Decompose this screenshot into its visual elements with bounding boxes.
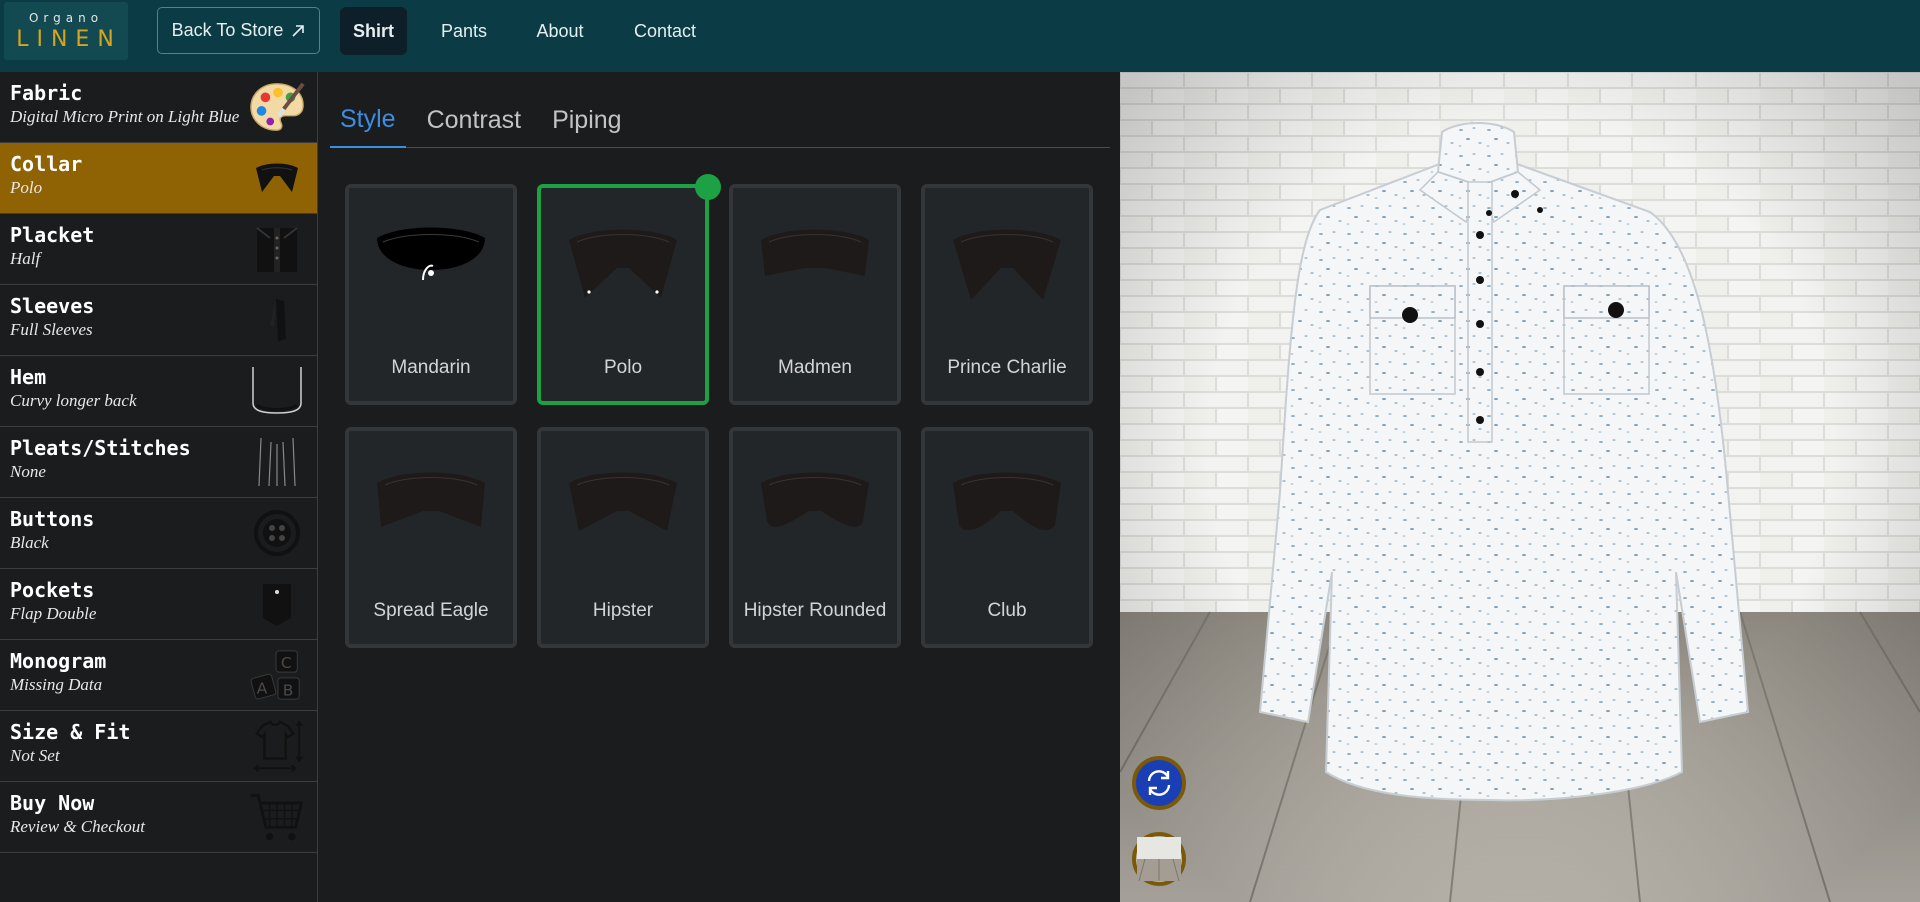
nav-pants-label: Pants xyxy=(440,20,488,41)
sleeve-icon xyxy=(249,291,305,349)
cart-icon xyxy=(249,788,305,846)
sidebar-item-buttons[interactable]: Buttons Black xyxy=(0,498,317,569)
option-label: Club xyxy=(987,600,1027,621)
monogram-blocks-icon: CAB xyxy=(249,646,305,704)
option-label: Madmen xyxy=(778,357,852,378)
back-to-store-label: Back To Store xyxy=(171,20,284,40)
pocket-icon xyxy=(249,575,305,633)
sidebar-item-value: Digital Micro Print on Light Blue xyxy=(10,107,240,126)
sidebar-item-fabric[interactable]: Fabric Digital Micro Print on Light Blue xyxy=(0,72,317,143)
tab-contrast[interactable]: Contrast xyxy=(417,92,531,148)
option-card-hipster-rounded[interactable]: Hipster Rounded xyxy=(729,427,901,648)
size-fit-icon xyxy=(249,717,305,775)
sidebar-item-value: Full Sleeves xyxy=(10,320,93,339)
option-tabs: Style Contrast Piping xyxy=(330,92,1110,148)
option-card-polo[interactable]: Polo xyxy=(537,184,709,405)
sidebar-item-sleeves[interactable]: Sleeves Full Sleeves xyxy=(0,285,317,356)
palette-icon xyxy=(249,78,305,136)
sidebar-item-hem[interactable]: Hem Curvy longer back xyxy=(0,356,317,427)
options-panel: Style Contrast Piping Mandarin Polo Madm… xyxy=(318,72,1120,902)
nav-about-label: About xyxy=(536,20,584,41)
option-card-club[interactable]: Club xyxy=(921,427,1093,648)
shirt-preview-scene xyxy=(1120,72,1920,902)
option-label: Hipster Rounded xyxy=(743,600,887,621)
back-to-store-button[interactable]: Back To Store xyxy=(157,7,320,54)
svg-text:A: A xyxy=(257,679,268,697)
pleats-icon xyxy=(249,433,305,491)
nav-pants[interactable]: Pants xyxy=(426,7,502,55)
sidebar-item-value: Flap Double xyxy=(10,604,97,623)
sidebar-item-value: Polo xyxy=(10,178,43,197)
option-label: Prince Charlie xyxy=(947,357,1067,378)
option-label: Mandarin xyxy=(391,357,471,378)
background-swatch-icon xyxy=(1137,837,1181,881)
sidebar-item-value: Curvy longer back xyxy=(10,391,137,410)
shirt-3d-viewer[interactable] xyxy=(1120,72,1920,902)
top-navigation-bar: Organo LINEN Back To Store Shirt Pants A… xyxy=(0,0,1920,72)
option-card-hipster[interactable]: Hipster xyxy=(537,427,709,648)
brand-line-1: Organo xyxy=(28,10,104,25)
sidebar-item-value: Black xyxy=(10,533,49,552)
nav-contact[interactable]: Contact xyxy=(620,7,710,55)
sidebar-item-buy-now[interactable]: Buy Now Review & Checkout xyxy=(0,782,317,853)
sidebar-item-value: Missing Data xyxy=(10,675,103,694)
prince-charlie-collar-icon xyxy=(953,229,1061,300)
selected-check-indicator xyxy=(695,174,721,200)
sidebar-item-placket[interactable]: Placket Half xyxy=(0,214,317,285)
rotate-view-button[interactable] xyxy=(1132,756,1186,810)
option-card-mandarin[interactable]: Mandarin xyxy=(345,184,517,405)
placket-icon xyxy=(249,220,305,278)
sidebar-item-pockets[interactable]: Pockets Flap Double xyxy=(0,569,317,640)
button-icon xyxy=(249,504,305,562)
sidebar-item-pleats[interactable]: Pleats/Stitches None xyxy=(0,427,317,498)
option-card-spread-eagle[interactable]: Spread Eagle xyxy=(345,427,517,648)
sidebar-item-value: Not Set xyxy=(10,746,60,765)
sidebar-item-monogram[interactable]: Monogram Missing Data CAB xyxy=(0,640,317,711)
mandarin-collar-icon xyxy=(377,227,485,281)
hipster-collar-icon xyxy=(569,472,677,531)
brand-line-2: LINEN xyxy=(16,26,122,52)
nav-shirt-label: Shirt xyxy=(352,20,394,41)
sidebar-item-size-fit[interactable]: Size & Fit Not Set xyxy=(0,711,317,782)
nav-about[interactable]: About xyxy=(522,7,598,55)
collar-icon xyxy=(249,149,305,207)
nav-contact-label: Contact xyxy=(633,20,697,41)
sidebar-item-value: Review & Checkout xyxy=(10,817,146,836)
polo-collar-icon xyxy=(569,229,677,298)
madmen-collar-icon xyxy=(761,229,869,276)
tab-style[interactable]: Style xyxy=(330,92,406,148)
option-card-madmen[interactable]: Madmen xyxy=(729,184,901,405)
option-label: Polo xyxy=(603,357,643,378)
customization-sidebar: Fabric Digital Micro Print on Light Blue… xyxy=(0,72,318,902)
option-label: Hipster xyxy=(592,600,654,621)
option-label: Spread Eagle xyxy=(373,600,489,621)
sidebar-item-value: Half xyxy=(10,249,41,268)
nav-shirt[interactable]: Shirt xyxy=(340,7,407,55)
external-arrow-icon xyxy=(292,24,305,37)
sidebar-item-value: None xyxy=(10,462,46,481)
svg-text:C: C xyxy=(281,654,292,672)
brand-logo[interactable]: Organo LINEN xyxy=(4,2,128,60)
sidebar-item-collar[interactable]: Collar Polo xyxy=(0,143,317,214)
svg-text:B: B xyxy=(283,681,294,699)
hem-icon xyxy=(249,362,305,420)
background-switch-button[interactable] xyxy=(1132,832,1186,886)
tab-piping[interactable]: Piping xyxy=(542,92,632,148)
spread-eagle-collar-icon xyxy=(377,472,485,527)
club-collar-icon xyxy=(953,472,1061,531)
rotate-icon xyxy=(1147,770,1171,796)
hipster-rounded-collar-icon xyxy=(761,472,869,527)
option-card-prince-charlie[interactable]: Prince Charlie xyxy=(921,184,1093,405)
